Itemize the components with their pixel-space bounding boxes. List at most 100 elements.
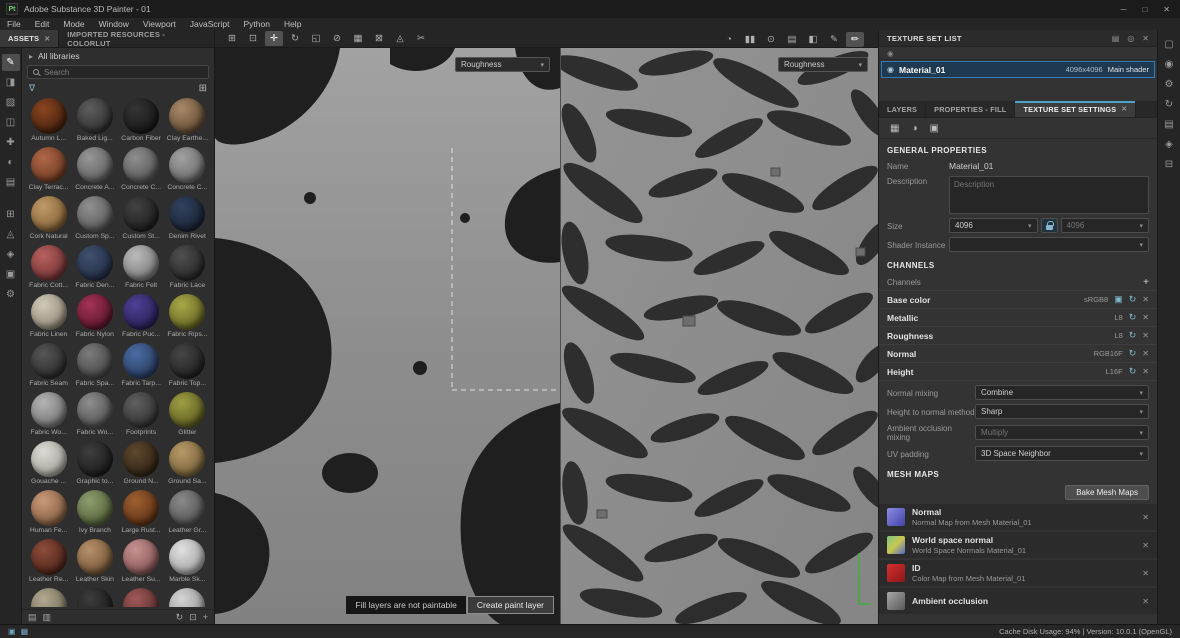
reset-channel-icon[interactable]: ↻	[1129, 366, 1137, 377]
asset-item[interactable]: Fabric Den...	[72, 245, 117, 294]
asset-item[interactable]: Fabric Tarp...	[119, 343, 164, 392]
asset-item[interactable]: Fabric Nylon	[72, 294, 117, 343]
close-icon[interactable]: ✕	[1142, 34, 1149, 43]
close-icon[interactable]: ✕	[1142, 597, 1149, 606]
thumbnail-view-icon[interactable]: ▥	[43, 612, 52, 623]
asset-item[interactable]: Concrete C...	[119, 147, 164, 196]
asset-item[interactable]: Cork Natural	[26, 196, 71, 245]
menu-item[interactable]: Mode	[56, 19, 91, 29]
maximize-button[interactable]: □	[1142, 5, 1147, 14]
asset-item[interactable]	[72, 588, 117, 607]
asset-item[interactable]: Leather Su...	[119, 539, 164, 588]
tab-layers[interactable]: LAYERS	[879, 101, 927, 117]
eye-icon[interactable]: ◉	[887, 65, 894, 74]
list-view-icon[interactable]: ▤	[28, 612, 37, 623]
channel-format[interactable]: L16F	[1106, 367, 1123, 376]
asset-item[interactable]: Autumn L...	[26, 98, 71, 147]
asset-item[interactable]: Clay Earthe...	[165, 98, 210, 147]
asset-item[interactable]: Gouache ...	[26, 441, 71, 490]
asset-item[interactable]: Ground Sa...	[165, 441, 210, 490]
mesh-map-row[interactable]: World space normal World Space Normals M…	[879, 532, 1157, 558]
pin-icon[interactable]: ◎	[1127, 34, 1134, 43]
mesh-map-row[interactable]: ID Color Map from Mesh Material_01 ✕	[879, 560, 1157, 586]
expand-panel-icon[interactable]: ⊡	[189, 612, 197, 623]
asset-item[interactable]: Fabric Felt	[119, 245, 164, 294]
scale-tool-icon[interactable]: ◱	[307, 31, 325, 46]
shelf-status-icon[interactable]: ▣	[8, 627, 16, 636]
all-libraries-row[interactable]: ▸ All libraries	[22, 48, 214, 64]
asset-item[interactable]: Leather Re...	[26, 539, 71, 588]
asset-item[interactable]: Custom St...	[119, 196, 164, 245]
close-icon[interactable]: ✕	[1142, 367, 1149, 376]
menu-item[interactable]: Window	[92, 19, 136, 29]
close-icon[interactable]: ✕	[1142, 513, 1149, 522]
mesh-map-row[interactable]: Ambient occlusion ✕	[879, 588, 1157, 614]
paint-tool-icon[interactable]: ✎	[1, 54, 20, 71]
physical-paint-icon[interactable]: ✎	[825, 32, 843, 47]
history-icon[interactable]: ↻	[1165, 99, 1173, 110]
rotate-tool-icon[interactable]: ↻	[286, 31, 304, 46]
uv-padding-dropdown[interactable]: 3D Space Neighbor ▾	[975, 446, 1149, 461]
asset-item[interactable]: Fabric Wo...	[26, 392, 71, 441]
close-icon[interactable]: ✕	[1142, 295, 1149, 304]
viewport-2d[interactable]: Roughness ▾	[560, 48, 878, 624]
channel-row[interactable]: Height L16F ↻ ✕	[879, 362, 1157, 380]
size-height-dropdown[interactable]: 4096 ▾	[1060, 218, 1149, 233]
close-icon[interactable]: ✕	[1121, 105, 1127, 113]
reset-channel-icon[interactable]: ↻	[1129, 294, 1137, 305]
stencil-icon[interactable]: ◬	[391, 31, 409, 46]
camera-settings-icon[interactable]: ◉	[1165, 59, 1174, 70]
smudge-tool-icon[interactable]: ✚	[2, 134, 20, 151]
menu-item[interactable]: Python	[236, 19, 276, 29]
asset-item[interactable]: Glitter	[165, 392, 210, 441]
camera-record-icon[interactable]: ◧	[804, 32, 822, 47]
asset-item[interactable]: Ivy Branch	[72, 490, 117, 539]
tool-settings-icon[interactable]: ⚙	[2, 286, 20, 303]
description-field[interactable]	[949, 176, 1149, 214]
gizmo-rotate-icon[interactable]: ⊡	[244, 31, 262, 46]
close-icon[interactable]: ✕	[1142, 349, 1149, 358]
reset-channel-icon[interactable]: ↻	[1129, 312, 1137, 323]
asset-item[interactable]: Fabric Wo...	[72, 392, 117, 441]
mesh-map-row[interactable]: Normal Normal Map from Mesh Material_01 …	[879, 504, 1157, 530]
asset-item[interactable]	[119, 588, 164, 607]
texture-set-row-material-01[interactable]: ◉ Material_01 4096x4096 Main shader	[881, 61, 1155, 78]
asset-item[interactable]	[26, 588, 71, 607]
asset-item[interactable]: Fabric Linen	[26, 294, 71, 343]
asset-item[interactable]: Fabric Lace	[165, 245, 210, 294]
tab-assets[interactable]: ASSETS ✕	[0, 30, 60, 47]
menu-item[interactable]: Help	[277, 19, 308, 29]
polygon-fill-icon[interactable]: ◫	[2, 114, 20, 131]
asset-item[interactable]: Leather Skin	[72, 539, 117, 588]
menu-item[interactable]: JavaScript	[183, 19, 237, 29]
asset-item[interactable]: Graphic to...	[72, 441, 117, 490]
asset-item[interactable]: Fabric Cott...	[26, 245, 71, 294]
display-mode-icon[interactable]: ▤	[783, 32, 801, 47]
tab-properties-fill[interactable]: PROPERTIES - FILL	[926, 101, 1016, 117]
viewport-3d[interactable]: Roughness ▾ Fill layers are not paintabl…	[215, 48, 560, 624]
grid-settings-icon[interactable]: ▦	[890, 123, 899, 134]
create-paint-layer-button[interactable]: Create paint layer	[466, 596, 554, 614]
asset-item[interactable]: Ground N...	[119, 441, 164, 490]
material-picker-icon[interactable]: ▤	[2, 174, 20, 191]
add-asset-icon[interactable]: +	[203, 612, 208, 622]
asset-item[interactable]: Fabric Seam	[26, 343, 71, 392]
asset-item[interactable]: Marble Sk...	[165, 539, 210, 588]
texture-icon[interactable]: ▣	[1114, 294, 1123, 305]
channel-row[interactable]: Base color sRGB8 ▣ ↻ ✕	[879, 290, 1157, 308]
close-icon[interactable]: ✕	[1142, 313, 1149, 322]
clone-tool-icon[interactable]: ◐	[2, 154, 20, 171]
channel-row[interactable]: Roughness L8 ↻ ✕	[879, 326, 1157, 344]
asset-item[interactable]: Clay Terrac...	[26, 147, 71, 196]
snap-icon[interactable]: ⊘	[328, 31, 346, 46]
close-icon[interactable]: ✕	[1142, 331, 1149, 340]
channel-row[interactable]: Normal RGB16F ↻ ✕	[879, 344, 1157, 362]
display-settings-icon[interactable]: ▢	[1164, 39, 1173, 50]
tab-imported-resources[interactable]: IMPORTED RESOURCES - COLORLUT	[59, 30, 215, 48]
asset-item[interactable]: Fabric Spa...	[72, 343, 117, 392]
channel-selector-2d[interactable]: Roughness ▾	[778, 57, 868, 72]
screenshot-camera-icon[interactable]: ⊙	[762, 32, 780, 47]
asset-item[interactable]: Fabric Top...	[165, 343, 210, 392]
path-tool-icon[interactable]: ◬	[2, 226, 20, 243]
height-to-normal-dropdown[interactable]: Sharp ▾	[975, 404, 1149, 419]
